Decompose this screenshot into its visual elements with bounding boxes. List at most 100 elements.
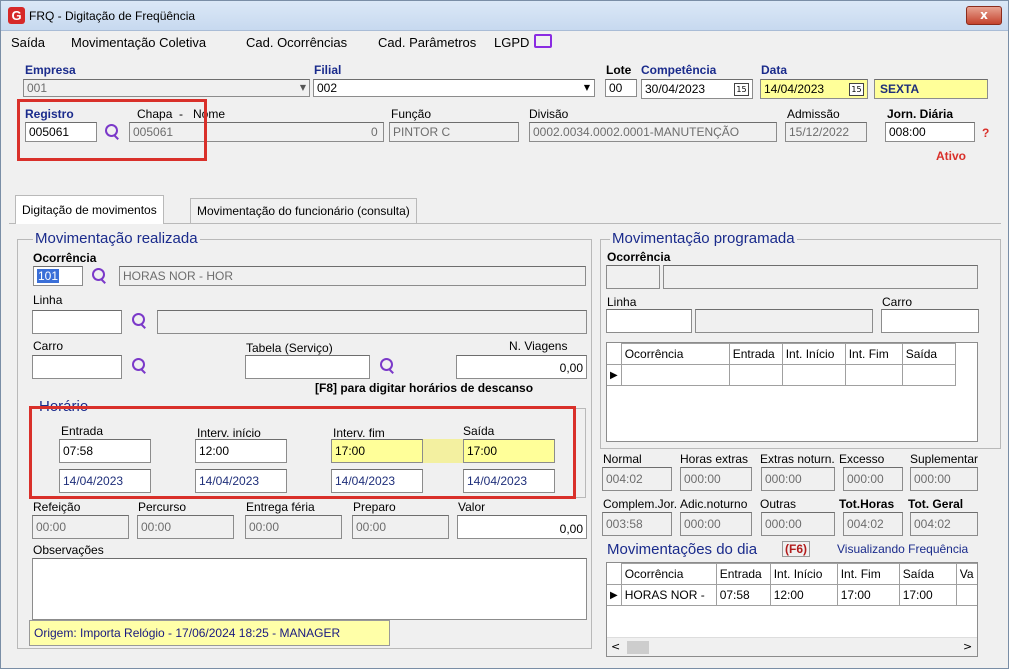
tab-digitacao[interactable]: Digitação de movimentos xyxy=(15,195,164,224)
entrega-ferias-field[interactable]: 00:00 xyxy=(245,515,342,539)
menu-cad-ocorrencias[interactable]: Cad. Ocorrências xyxy=(246,35,347,50)
search-icon[interactable] xyxy=(91,268,107,284)
tot-horas-field: 004:02 xyxy=(843,512,903,536)
tab-movimentacao-funcionario[interactable]: Movimentação do funcionário (consulta) xyxy=(190,198,417,223)
observacoes-field[interactable] xyxy=(32,558,587,620)
valor-label: Valor xyxy=(458,500,486,514)
prog-col-saida[interactable]: Saída xyxy=(901,343,956,365)
horizontal-scrollbar[interactable]: < > xyxy=(607,637,977,656)
menu-bar: Saída Movimentação Coletiva Cad. Ocorrên… xyxy=(1,31,1008,53)
chevron-down-icon[interactable]: ▼ xyxy=(581,79,593,97)
app-logo-icon: G xyxy=(8,7,25,24)
chevron-right-icon[interactable]: > xyxy=(963,640,972,653)
main-window: G FRQ - Digitação de Freqüência x Saída … xyxy=(0,0,1009,669)
adic-noturno-label: Adic.noturno xyxy=(680,497,748,511)
complem-jor-label: Complem.Jor. xyxy=(603,497,678,511)
prog-ocorrencia-code-field xyxy=(606,265,660,289)
jornada-field[interactable]: 008:00 xyxy=(885,122,975,142)
tabela-label: Tabela (Serviço) xyxy=(246,341,333,355)
viagens-field[interactable]: 0,00 xyxy=(456,355,587,379)
prog-linha-field[interactable] xyxy=(606,309,692,333)
close-button[interactable]: x xyxy=(966,6,1002,25)
prog-linha-desc-field xyxy=(695,309,873,333)
dia-col-int-fim[interactable]: Int. Fim xyxy=(836,563,900,585)
ocorrencia-code: 101 xyxy=(37,269,60,283)
menu-saida[interactable]: Saída xyxy=(11,35,45,50)
status-badge: Ativo xyxy=(936,149,966,163)
table-row[interactable]: ▶ HORAS NOR -07:58 12:00 17:00 17:00 xyxy=(607,584,977,606)
adic-noturno-field: 000:00 xyxy=(680,512,752,536)
suplementar-field: 000:00 xyxy=(910,467,978,491)
linha-label: Linha xyxy=(33,293,63,307)
highlight-horario xyxy=(29,406,576,499)
normal-field: 004:02 xyxy=(602,467,672,491)
refeicao-field[interactable]: 00:00 xyxy=(32,515,129,539)
prog-ocorrencia-label: Ocorrência xyxy=(607,250,671,264)
horas-extras-field: 000:00 xyxy=(680,467,752,491)
funcao-field: PINTOR C xyxy=(389,122,519,142)
tot-geral-label: Tot. Geral xyxy=(908,497,964,511)
dia-col-va[interactable]: Va xyxy=(955,563,977,585)
dia-col-saida[interactable]: Saída xyxy=(898,563,957,585)
ocorrencia-code-field[interactable]: 101 xyxy=(33,266,83,286)
tabela-field[interactable] xyxy=(245,355,370,379)
complem-jor-field: 003:58 xyxy=(602,512,672,536)
realizada-title: Movimentação realizada xyxy=(33,230,200,247)
menu-movimentacao-coletiva[interactable]: Movimentação Coletiva xyxy=(71,35,206,50)
refeicao-label: Refeição xyxy=(33,500,81,514)
dia-col-entrada[interactable]: Entrada xyxy=(715,563,771,585)
visualizando-link[interactable]: Visualizando Frequência xyxy=(837,542,968,556)
lote-field[interactable]: 00 xyxy=(605,79,637,97)
scroll-thumb[interactable] xyxy=(627,641,649,654)
preparo-label: Preparo xyxy=(353,500,396,514)
calendar-icon[interactable]: 15 xyxy=(734,83,749,96)
chevron-left-icon[interactable]: < xyxy=(611,640,620,653)
preparo-field[interactable]: 00:00 xyxy=(352,515,449,539)
empresa-label: Empresa xyxy=(25,63,76,77)
empresa-field[interactable]: 001 xyxy=(23,79,310,97)
dia-col-int-inicio[interactable]: Int. Início xyxy=(769,563,838,585)
dia-semana-field: SEXTA xyxy=(874,79,988,99)
search-icon[interactable] xyxy=(131,358,147,374)
normal-label: Normal xyxy=(603,452,642,466)
monitor-icon[interactable] xyxy=(534,34,552,48)
ocorrencia-desc-field: HORAS NOR - HOR xyxy=(119,266,586,286)
prog-col-int-fim[interactable]: Int. Fim xyxy=(844,343,903,365)
tot-horas-label: Tot.Horas xyxy=(839,497,895,511)
prog-carro-label: Carro xyxy=(882,295,913,309)
chevron-down-icon[interactable]: ▼ xyxy=(297,79,309,97)
f8-hint: [F8] para digitar horários de descanso xyxy=(315,381,534,395)
help-icon[interactable]: ? xyxy=(982,126,989,140)
outras-field: 000:00 xyxy=(761,512,835,536)
tot-geral-field: 004:02 xyxy=(910,512,978,536)
dia-col-ocorrencia[interactable]: Ocorrência xyxy=(620,563,717,585)
filial-label: Filial xyxy=(314,63,342,77)
dia-grid-table: Ocorrência Entrada Int. Início Int. Fim Saíd… xyxy=(607,563,977,606)
horas-extras-label: Horas extras xyxy=(680,452,749,466)
search-icon[interactable] xyxy=(131,313,147,329)
percurso-field[interactable]: 00:00 xyxy=(137,515,234,539)
jornada-label: Jorn. Diária xyxy=(887,107,954,121)
valor-field[interactable]: 0,00 xyxy=(457,515,587,539)
data-label: Data xyxy=(761,63,788,77)
carro-label: Carro xyxy=(33,339,64,353)
filial-field[interactable]: 002 xyxy=(313,79,595,97)
origem-badge: Origem: Importa Relógio - 17/06/2024 18:… xyxy=(29,620,390,646)
window-title: FRQ - Digitação de Freqüência xyxy=(29,9,196,23)
title-bar: G FRQ - Digitação de Freqüência x xyxy=(1,1,1008,31)
prog-carro-field[interactable] xyxy=(881,309,979,333)
nome-value: 0 xyxy=(371,125,378,139)
menu-lgpd[interactable]: LGPD xyxy=(494,35,529,50)
excesso-field: 000:00 xyxy=(843,467,903,491)
menu-cad-parametros[interactable]: Cad. Parâmetros xyxy=(378,35,476,50)
prog-ocorrencia-desc-field xyxy=(663,265,978,289)
prog-col-entrada[interactable]: Entrada xyxy=(728,343,783,365)
prog-col-ocorrencia[interactable]: Ocorrência xyxy=(620,343,730,365)
carro-field[interactable] xyxy=(32,355,122,379)
f6-key[interactable]: (F6) xyxy=(782,541,810,557)
calendar-icon[interactable]: 15 xyxy=(849,83,864,96)
search-icon[interactable] xyxy=(379,358,395,374)
prog-col-int-inicio[interactable]: Int. Início xyxy=(781,343,846,365)
lote-label: Lote xyxy=(606,63,632,77)
linha-field[interactable] xyxy=(32,310,122,334)
